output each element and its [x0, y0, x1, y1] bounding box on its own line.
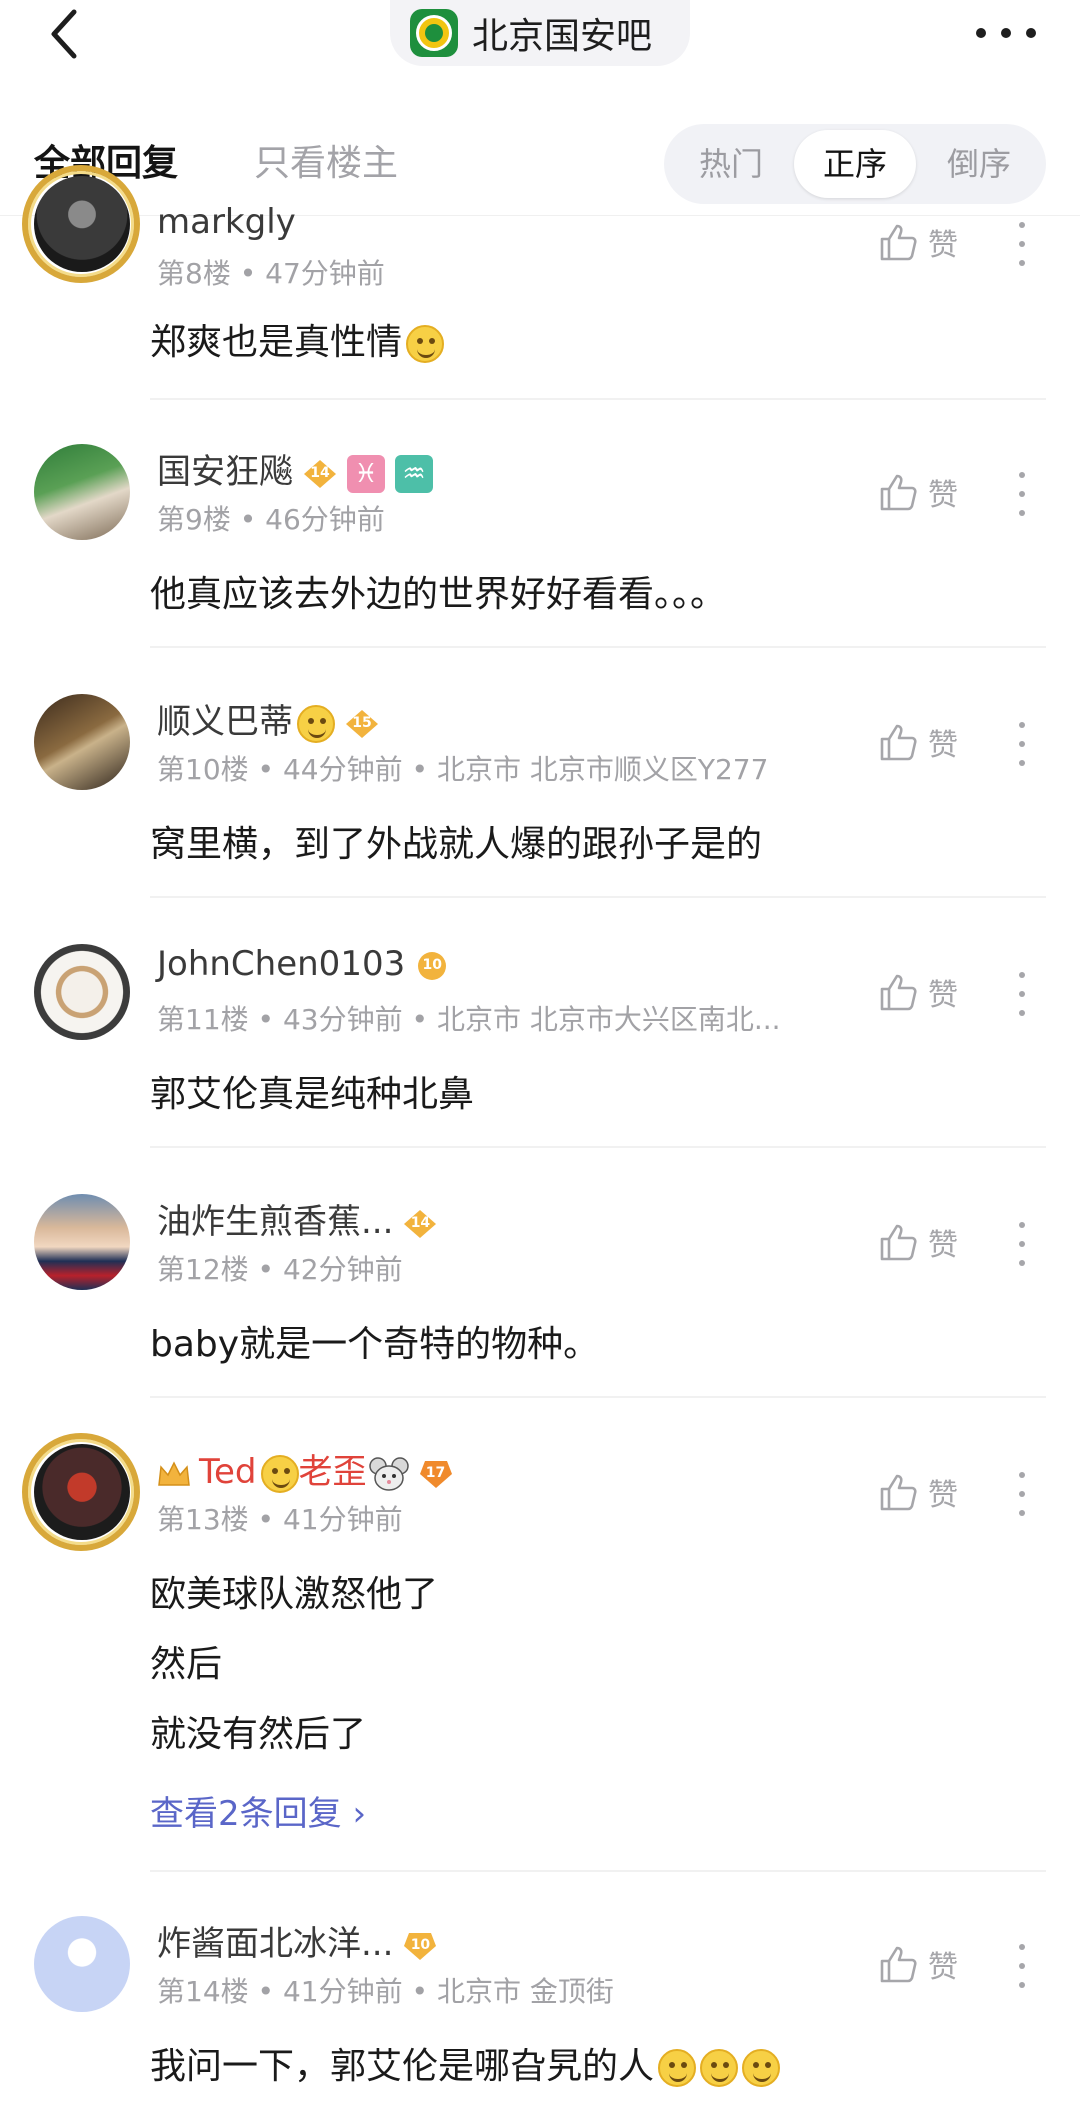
- comment-item: 炸酱面北冰洋... 10 第14楼 • 41分钟前 • 北京市 金顶街 赞 我问一…: [0, 1870, 1080, 2122]
- comment-text-line: 然后: [150, 1644, 223, 1685]
- forum-name: 北京国安吧: [472, 16, 653, 57]
- sort-ascending-button[interactable]: 正序: [794, 130, 916, 198]
- avatar[interactable]: [34, 694, 130, 790]
- comment-item: 顺义巴蒂 15 第10楼 • 44分钟前 • 北京市 北京市顺义区Y277 赞 窝…: [0, 648, 1080, 898]
- comment-meta: 第9楼 • 46分钟前: [157, 503, 385, 536]
- username[interactable]: JohnChen0103 10: [157, 944, 449, 984]
- comment-item: 国安狂飚 14 ♓ ♒ 第9楼 • 46分钟前 赞 他真应该去外边的世界好好看看。。。: [0, 398, 1080, 648]
- sort-hot-button[interactable]: 热门: [672, 130, 790, 198]
- level-badge-icon: 10: [403, 1931, 437, 1961]
- chevron-right-icon: ›: [352, 1794, 367, 1834]
- comment-text: baby就是一个奇特的物种。: [150, 1324, 600, 1365]
- more-options-icon[interactable]: [1014, 1472, 1030, 1516]
- comment-text-line: 就没有然后了: [150, 1714, 367, 1755]
- comment-meta: 第14楼 • 41分钟前 • 北京市 金顶街: [157, 1975, 614, 2008]
- thumbs-up-icon: [880, 1474, 917, 1511]
- view-replies-link[interactable]: 查看2条回复 ›: [150, 1786, 366, 1835]
- like-label: 赞: [928, 728, 958, 763]
- comment-text: 他真应该去外边的世界好好看看。。。: [150, 574, 727, 615]
- grin-emoji-icon: [406, 325, 445, 363]
- username[interactable]: 油炸生煎香蕉... 14: [157, 1194, 437, 1243]
- grin-emoji-icon: [700, 2049, 739, 2087]
- comment-text: 我问一下，郭艾伦是哪旮旯的人: [150, 2032, 781, 2102]
- like-button[interactable]: 赞: [878, 214, 978, 270]
- more-options-icon[interactable]: [1014, 472, 1030, 516]
- pisces-sign-icon: ♓: [347, 454, 385, 493]
- username[interactable]: markgly: [157, 202, 296, 242]
- level-badge-icon: 17: [419, 1459, 453, 1489]
- like-label: 赞: [928, 1478, 958, 1513]
- tab-op-only[interactable]: 只看楼主: [254, 134, 398, 186]
- avatar[interactable]: [34, 444, 130, 540]
- crown-icon: [158, 1460, 190, 1486]
- like-label: 赞: [928, 478, 958, 513]
- mouse-face-icon: [368, 1456, 409, 1491]
- comment-meta: 第8楼 • 47分钟前: [157, 257, 385, 290]
- like-button[interactable]: 赞: [878, 464, 978, 520]
- top-bar: 北京国安吧: [0, 0, 1080, 66]
- username[interactable]: 国安狂飚 14 ♓ ♒: [157, 444, 433, 493]
- level-badge-icon: 15: [345, 709, 379, 739]
- avatar[interactable]: [34, 944, 130, 1040]
- thumbs-up-icon: [880, 974, 917, 1011]
- sort-descending-button[interactable]: 倒序: [920, 130, 1038, 198]
- more-options-icon[interactable]: [1014, 222, 1030, 266]
- like-label: 赞: [928, 978, 958, 1013]
- thumbs-up-icon: [880, 724, 917, 761]
- grin-emoji-icon: [742, 2049, 781, 2087]
- thumbs-up-icon: [880, 474, 917, 511]
- comment-meta: 第11楼 • 43分钟前 • 北京市 北京市大兴区南北...: [157, 1003, 781, 1036]
- comment-item: markgly 第8楼 • 47分钟前 赞 郑爽也是真性情: [0, 165, 1080, 400]
- comment-text: 郑爽也是真性情: [150, 308, 445, 378]
- comment-item: JohnChen0103 10 第11楼 • 43分钟前 • 北京市 北京市大兴区…: [0, 898, 1080, 1148]
- laugh-tears-emoji-icon: [297, 704, 335, 743]
- like-button[interactable]: 赞: [878, 714, 978, 770]
- forum-logo-icon: [410, 9, 458, 57]
- like-button[interactable]: 赞: [878, 1214, 978, 1270]
- comment-text-line: 欧美球队激怒他了: [150, 1574, 439, 1615]
- comment-meta: 第10楼 • 44分钟前 • 北京市 北京市顺义区Y277: [157, 753, 769, 786]
- thumbs-up-icon: [880, 1946, 917, 1983]
- more-options-icon[interactable]: [1014, 1222, 1030, 1266]
- comment-item: Ted 老歪 17 第13楼 • 41分钟前 赞 欧美球队激怒他了 然后 就没有然后…: [0, 1398, 1080, 1872]
- like-button[interactable]: 赞: [878, 1936, 978, 1992]
- forum-header-pill[interactable]: 北京国安吧: [390, 0, 690, 66]
- level-badge-icon: 14: [403, 1209, 437, 1239]
- like-label: 赞: [928, 228, 958, 263]
- zodiac-badge-icon: ♒: [395, 454, 433, 493]
- level-badge-icon: 14: [303, 459, 337, 489]
- more-options-icon[interactable]: [1014, 722, 1030, 766]
- comment-meta: 第12楼 • 42分钟前: [157, 1253, 403, 1286]
- heart-eyes-cat-emoji-icon: [260, 1454, 299, 1493]
- username[interactable]: 顺义巴蒂 15: [157, 694, 379, 743]
- like-label: 赞: [928, 1950, 958, 1985]
- reply-filter-bar: 全部回复 只看楼主 热门 正序 倒序: [0, 110, 1080, 216]
- avatar-frame: [22, 165, 140, 283]
- username[interactable]: 炸酱面北冰洋... 10: [157, 1916, 437, 1965]
- comment-text: 窝里横，到了外战就人爆的跟孙子是的: [150, 824, 763, 865]
- sort-segmented-control: 热门 正序 倒序: [664, 124, 1046, 204]
- avatar[interactable]: [34, 1916, 130, 2012]
- level-badge-icon: 10: [415, 951, 449, 981]
- thumbs-up-icon: [880, 224, 917, 261]
- more-dots-icon[interactable]: [976, 16, 1036, 50]
- grin-emoji-icon: [658, 2049, 697, 2087]
- more-options-icon[interactable]: [1014, 1944, 1030, 1988]
- username[interactable]: Ted 老歪 17: [157, 1444, 453, 1493]
- more-options-icon[interactable]: [1014, 972, 1030, 1016]
- avatar-frame: [22, 1433, 140, 1551]
- comment-text: 郭艾伦真是纯种北鼻: [150, 1074, 475, 1115]
- thumbs-up-icon: [880, 1224, 917, 1261]
- like-button[interactable]: 赞: [878, 1464, 978, 1520]
- avatar[interactable]: [34, 1194, 130, 1290]
- comment-item: 油炸生煎香蕉... 14 第12楼 • 42分钟前 赞 baby就是一个奇特的物种…: [0, 1148, 1080, 1398]
- like-button[interactable]: 赞: [878, 964, 978, 1020]
- like-label: 赞: [928, 1228, 958, 1263]
- comment-meta: 第13楼 • 41分钟前: [157, 1503, 403, 1536]
- chevron-left-icon[interactable]: [44, 6, 88, 62]
